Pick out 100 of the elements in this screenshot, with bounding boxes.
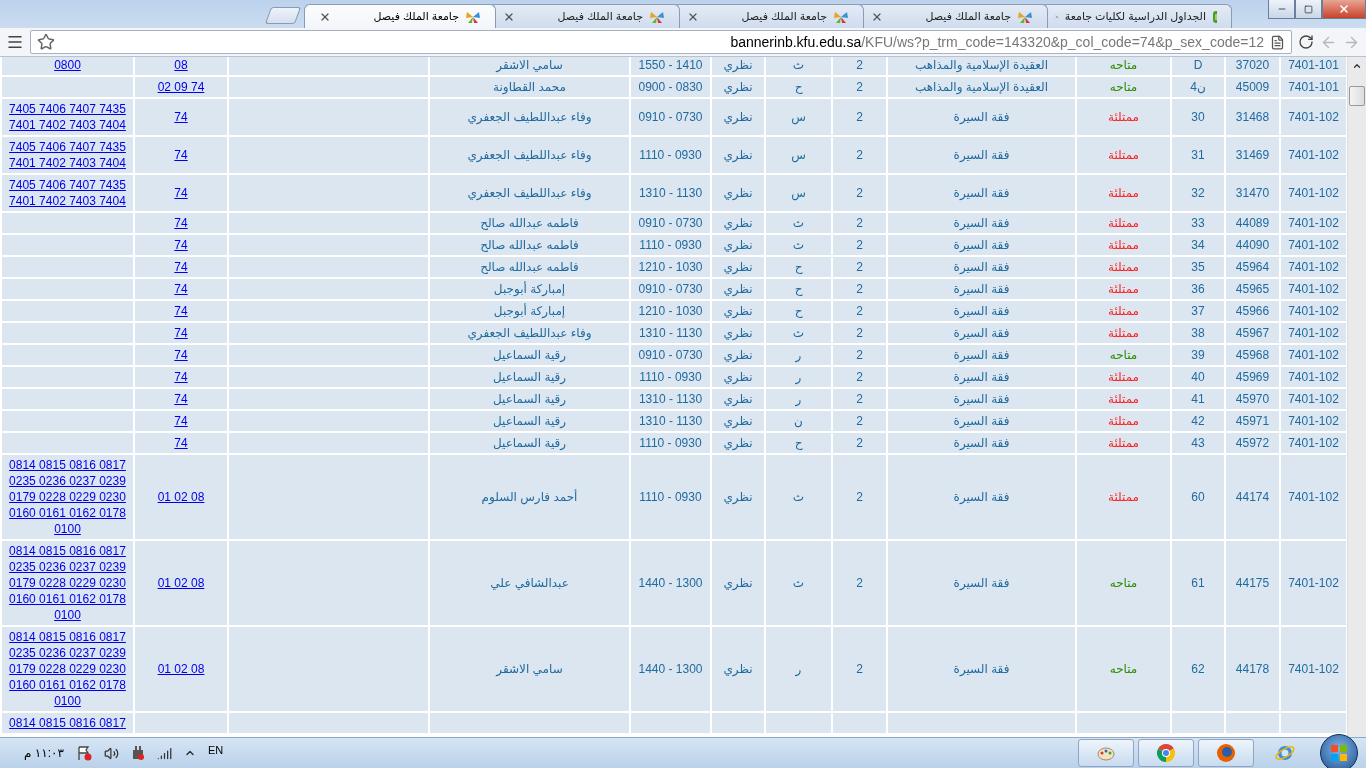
close-button[interactable]	[1322, 0, 1366, 19]
kfu-favicon-icon	[1211, 8, 1217, 25]
link[interactable]: 74	[174, 391, 188, 407]
link[interactable]: 74	[174, 237, 188, 253]
cell-text: 7401-102	[1288, 348, 1339, 362]
language-indicator[interactable]: EN	[207, 744, 224, 756]
clock[interactable]: ١١:٠٣ م	[24, 746, 64, 760]
link[interactable]: 02 09 74	[157, 79, 205, 95]
status-text: ممتلئة	[1108, 414, 1139, 428]
link[interactable]: 0800	[54, 57, 81, 73]
link[interactable]: 0814 0815 0816 0817 0235 0236 0237 0239 0179 0228 0229 0230 0160 0161 0162 0178 0100	[5, 629, 130, 709]
cell-text: 36	[1191, 282, 1205, 296]
link[interactable]: 01 02 08	[157, 575, 205, 591]
link[interactable]: 7405 7406 7407 7435 7401 7402 7403 7404	[5, 101, 130, 133]
signal-icon[interactable]	[156, 745, 172, 761]
link[interactable]: 74	[174, 325, 188, 341]
cell-text: 2	[856, 662, 863, 676]
reload-icon[interactable]	[1298, 34, 1314, 50]
link[interactable]: 0814 0815 0816 0817 0235 0236 0237 0239 0179 0228 0229 0230 0160 0161 0162 0178 0100	[5, 543, 130, 623]
link[interactable]: 01 02 08	[157, 489, 205, 505]
status-text: ممتلئة	[1108, 282, 1139, 296]
cell-text: 44174	[1235, 490, 1270, 504]
cell-text: نظري	[723, 370, 753, 384]
cell-text: 2	[856, 282, 863, 296]
status-text: ممتلئة	[1108, 370, 1139, 384]
link[interactable]: 01 02 08	[157, 661, 205, 677]
menu-icon[interactable]	[6, 33, 24, 51]
restore-button[interactable]	[1295, 0, 1322, 19]
link[interactable]: 74	[174, 281, 188, 297]
link[interactable]: 74	[174, 215, 188, 231]
link[interactable]: 74	[174, 369, 188, 385]
cell-text: فقة السيرة	[953, 348, 1010, 362]
cell-text: 1440 - 1300	[638, 576, 703, 590]
url-host: bannerinb.kfu.edu.sa	[730, 34, 862, 50]
cell-text: رقية السماعيل	[492, 370, 567, 384]
speaker-icon[interactable]	[103, 745, 119, 761]
cell-text: نظري	[723, 148, 753, 162]
cell-text: فقة السيرة	[953, 238, 1010, 252]
firefox-app-button[interactable]	[1198, 739, 1254, 767]
link[interactable]: 08	[174, 57, 188, 73]
cell-text: فقة السيرة	[953, 186, 1010, 200]
start-button[interactable]	[1320, 734, 1358, 768]
cell-text: فقة السيرة	[953, 304, 1010, 318]
cell-text: 1310 - 1130	[638, 186, 703, 200]
link[interactable]: 0814 0815 0816 0817 0235 0236 0237 0239 0179 0228 0229 0230 0160 0161 0162 0178 0100	[5, 457, 130, 537]
link[interactable]: 0814 0815 0816 0817	[9, 715, 126, 731]
cell-text: 7401-102	[1288, 436, 1339, 450]
link[interactable]: 74	[174, 147, 188, 163]
cell-text: 0910 - 0730	[638, 348, 703, 362]
link[interactable]: 7405 7406 7407 7435 7401 7402 7403 7404	[5, 177, 130, 209]
cell-text: نظري	[723, 576, 753, 590]
cell-text: 2	[856, 238, 863, 252]
cell-text: 2	[856, 576, 863, 590]
cell-text: 45009	[1235, 80, 1270, 94]
cell-text: نظري	[723, 490, 753, 504]
table-cell	[1226, 713, 1279, 733]
link[interactable]: 7405 7406 7407 7435 7401 7402 7403 7404	[5, 139, 130, 171]
scroll-thumb[interactable]	[1349, 86, 1365, 106]
link[interactable]: 74	[174, 413, 188, 429]
status-text: ممتلئة	[1108, 436, 1139, 450]
cell-text: نظري	[723, 58, 753, 72]
link[interactable]: 74	[174, 259, 188, 275]
cell-text: 30	[1191, 110, 1205, 124]
power-plug-icon[interactable]	[130, 745, 145, 761]
cell-text: 0910 - 0730	[638, 216, 703, 230]
cell-text: فاطمه عبدالله صالح	[480, 216, 579, 230]
cell-text: 2	[856, 216, 863, 230]
chrome-app-button[interactable]	[1138, 739, 1194, 767]
cell-text: محمد القطاونة	[493, 80, 566, 94]
cell-text: 7401-102	[1288, 282, 1339, 296]
link[interactable]: 74	[174, 347, 188, 363]
status-text: ممتلئة	[1108, 238, 1139, 252]
cell-text: 2	[856, 80, 863, 94]
status-text: ممتلئة	[1108, 186, 1139, 200]
cell-text: 7401-102	[1288, 326, 1339, 340]
cell-text: 7401-102	[1288, 662, 1339, 676]
link[interactable]: 74	[174, 185, 188, 201]
cell-text: 7401-102	[1288, 216, 1339, 230]
minimize-button[interactable]	[1268, 0, 1295, 19]
cell-text: 2	[856, 110, 863, 124]
cell-text: س	[791, 110, 806, 124]
status-text: ممتلئة	[1108, 110, 1139, 124]
restore-icon	[1304, 4, 1313, 14]
cell-text: 37020	[1235, 58, 1270, 72]
link[interactable]: 74	[174, 303, 188, 319]
flag-icon[interactable]	[75, 745, 92, 761]
cell-text: ح	[794, 436, 803, 450]
cell-text: فقة السيرة	[953, 436, 1010, 450]
cell-text: وفاء عبداللطيف الجعفري	[467, 110, 592, 124]
star-icon[interactable]	[37, 33, 55, 51]
cell-text: 2	[856, 260, 863, 274]
cell-text: 1110 - 0930	[639, 490, 702, 504]
browser-tab[interactable]: جامعة الملك فيصل	[304, 4, 496, 28]
cell-text: ن	[794, 414, 803, 428]
address-field[interactable]: bannerinb.kfu.edu.sa/KFU/ws?p_trm_code=143320&p_col_code=74&p_sex_code=12	[30, 30, 1292, 54]
link[interactable]: 74	[174, 435, 188, 451]
cell-text: 2	[856, 436, 863, 450]
scrollbar[interactable]	[1347, 57, 1366, 737]
cell-text: 1310 - 1130	[638, 392, 703, 406]
link[interactable]: 74	[174, 109, 188, 125]
